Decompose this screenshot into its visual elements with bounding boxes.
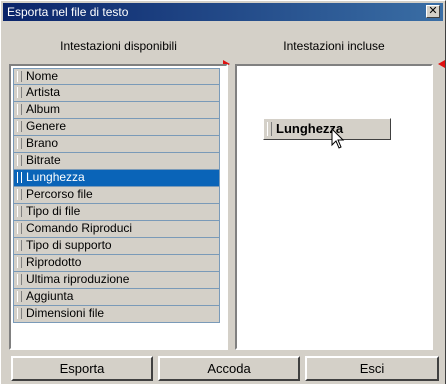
close-icon: ✕	[428, 5, 438, 17]
grip-icon	[17, 274, 22, 285]
list-item[interactable]: Brano	[13, 136, 220, 153]
list-item[interactable]: Artista	[13, 85, 220, 102]
list-item[interactable]: Nome	[13, 68, 220, 85]
list-item-label: Genere	[26, 119, 67, 133]
list-item[interactable]: Bitrate	[13, 153, 220, 170]
list-item-label: Nome	[26, 69, 59, 83]
grip-icon	[17, 172, 22, 183]
list-item-label: Tipo di file	[26, 204, 81, 218]
grip-icon	[17, 71, 22, 82]
available-headings-label: Intestazioni disponibili	[60, 39, 177, 53]
list-item-label: Riprodotto	[26, 255, 82, 269]
list-item-label: Dimensioni file	[26, 306, 105, 320]
grip-icon	[17, 291, 22, 302]
included-headings-label: Intestazioni incluse	[283, 39, 385, 53]
list-item[interactable]: Genere	[13, 119, 220, 136]
grip-icon	[17, 308, 22, 319]
list-item[interactable]: Dimensioni file	[13, 306, 220, 323]
dragged-header-item[interactable]: Lunghezza	[263, 118, 391, 140]
list-item-label: Artista	[26, 85, 61, 99]
drop-arrow-icon	[438, 60, 445, 68]
grip-icon	[17, 223, 22, 234]
list-item-label: Percorso file	[26, 187, 93, 201]
grip-icon	[17, 121, 22, 132]
grip-icon	[17, 257, 22, 268]
export-dialog: Esporta nel file di testo ✕ Intestazioni…	[0, 0, 446, 384]
list-item[interactable]: Aggiunta	[13, 289, 220, 306]
list-item-label: Ultima riproduzione	[26, 272, 130, 286]
list-item-label: Lunghezza	[26, 170, 85, 184]
grip-icon	[17, 138, 22, 149]
list-item[interactable]: Album	[13, 102, 220, 119]
grip-icon	[17, 206, 22, 217]
title-bar[interactable]: Esporta nel file di testo ✕	[3, 3, 443, 21]
grip-icon	[267, 122, 272, 136]
exit-button[interactable]: Esci	[305, 356, 439, 381]
included-headings-list[interactable]: Lunghezza	[235, 64, 433, 350]
list-item-label: Comando Riproduci	[26, 221, 133, 235]
close-button[interactable]: ✕	[426, 5, 440, 18]
list-item[interactable]: Tipo di supporto	[13, 238, 220, 255]
list-item-label: Bitrate	[26, 153, 61, 167]
list-item-label: Brano	[26, 136, 59, 150]
list-item-label: Tipo di supporto	[26, 238, 112, 252]
grip-icon	[17, 104, 22, 115]
list-item[interactable]: Percorso file	[13, 187, 220, 204]
grip-icon	[17, 189, 22, 200]
grip-icon	[17, 240, 22, 251]
append-button[interactable]: Accoda	[158, 356, 300, 381]
export-button[interactable]: Esporta	[11, 356, 153, 381]
list-item-label: Album	[26, 102, 61, 116]
list-item[interactable]: Lunghezza	[13, 170, 220, 187]
available-headings-list[interactable]: Nome Artista Album Genere Brano Bitrate Lunghe…	[9, 64, 228, 350]
arrow-cursor-icon	[331, 128, 345, 149]
grip-icon	[17, 87, 22, 98]
window-title: Esporta nel file di testo	[7, 5, 129, 19]
list-item[interactable]: Riprodotto	[13, 255, 220, 272]
list-item[interactable]: Tipo di file	[13, 204, 220, 221]
grip-icon	[17, 155, 22, 166]
list-item[interactable]: Comando Riproduci	[13, 221, 220, 238]
list-item-label: Aggiunta	[26, 289, 74, 303]
list-item[interactable]: Ultima riproduzione	[13, 272, 220, 289]
